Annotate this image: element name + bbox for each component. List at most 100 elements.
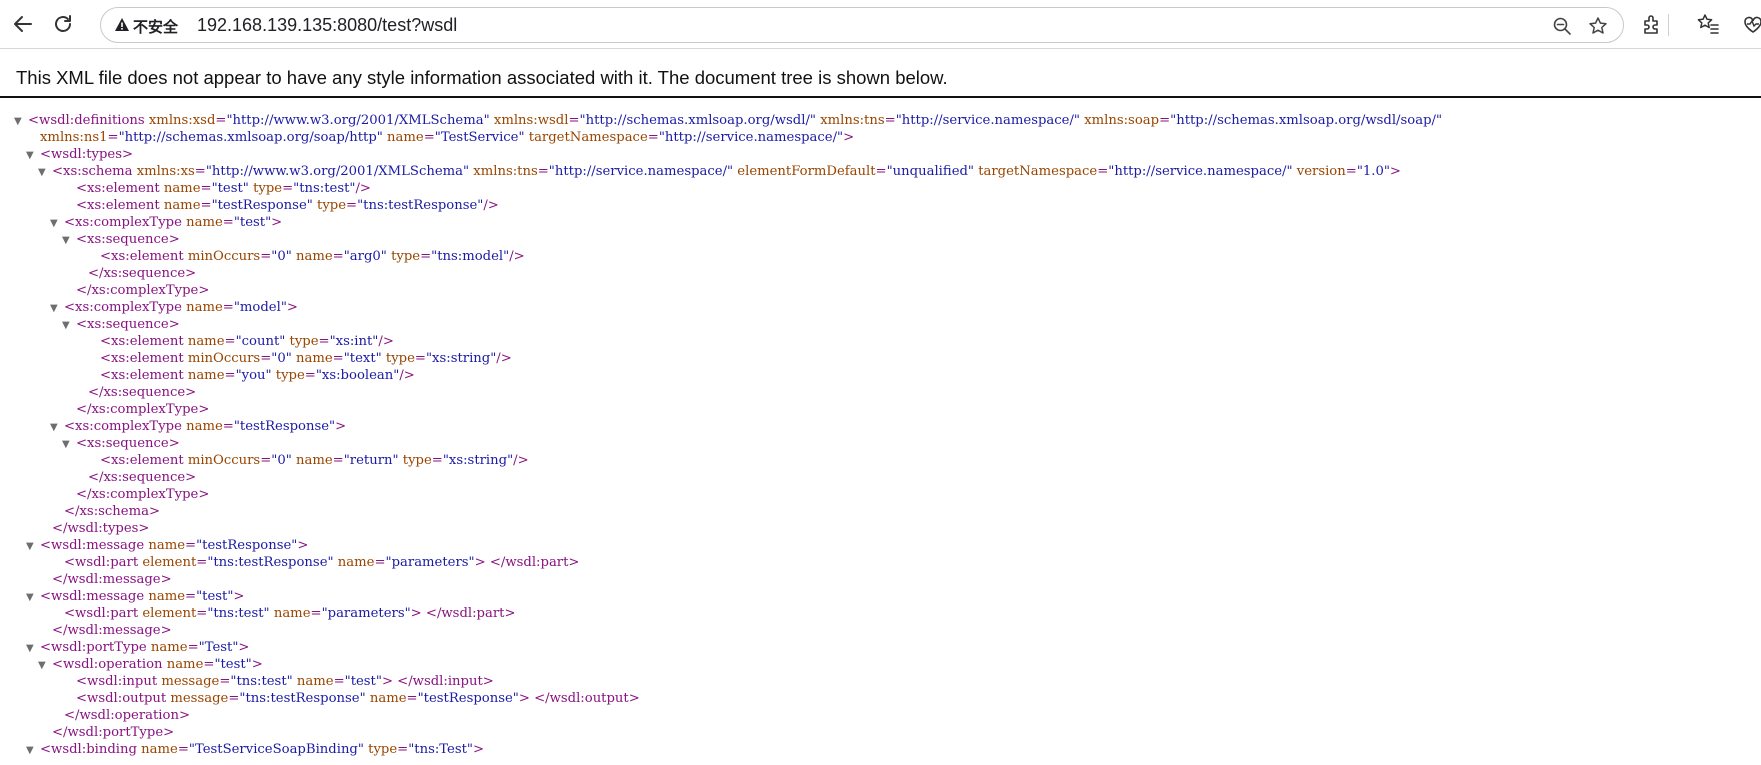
xml-tag-text: </xs:schema>: [64, 504, 161, 519]
xml-tag-text: =: [260, 351, 272, 366]
xml-line: ▼ <wsdl:portType name="Test">: [14, 639, 1754, 656]
zoom-icon[interactable]: [1551, 15, 1573, 37]
xml-attr-name: xmlns:wsdl: [493, 113, 569, 128]
xml-line: </wsdl:message>: [14, 571, 1754, 588]
xml-line: ▼ <wsdl:definitions xmlns:xsd="http://www…: [14, 112, 1754, 129]
back-arrow-icon[interactable]: [10, 11, 36, 37]
collapse-triangle-icon[interactable]: ▼: [62, 436, 76, 453]
xml-attr-value: "TestService": [434, 130, 525, 145]
xml-tag-text: =: [194, 164, 206, 179]
xml-tag-text: <wsdl:definitions: [28, 113, 149, 128]
xml-tree: ▼ <wsdl:definitions xmlns:xsd="http://www…: [14, 112, 1754, 758]
xml-tag-text: =: [318, 334, 330, 349]
xml-attr-name: name: [141, 742, 178, 757]
xml-attr-name: name: [163, 198, 201, 213]
xml-attr-value: "count": [235, 334, 286, 349]
xml-attr-value: "test": [233, 215, 272, 230]
xml-attr-value: "http://schemas.xmlsoap.org/wsdl/soap/": [1170, 113, 1443, 128]
collapse-triangle-icon[interactable]: ▼: [14, 113, 28, 130]
xml-tag-text: <wsdl:message: [40, 538, 149, 553]
xml-tag-text: =: [260, 249, 272, 264]
collapse-triangle-icon[interactable]: ▼: [38, 657, 52, 674]
star-icon[interactable]: [1587, 15, 1609, 37]
xml-line: ▼ <xs:sequence>: [14, 231, 1754, 248]
collapse-triangle-icon[interactable]: ▼: [62, 317, 76, 334]
security-label[interactable]: 不安全: [133, 16, 178, 37]
xml-attr-value: "http://www.w3.org/2001/XMLSchema": [205, 164, 470, 179]
xml-tag-text: =: [196, 606, 208, 621]
xml-tag-text: </xs:sequence>: [88, 385, 197, 400]
reload-icon[interactable]: [50, 11, 76, 37]
url-text[interactable]: 192.168.139.135:8080/test?wsdl: [197, 15, 457, 36]
xml-line: <xs:element name="you" type="xs:boolean"…: [14, 367, 1754, 384]
xml-attr-name: xmlns:tns: [820, 113, 885, 128]
collapse-triangle-icon[interactable]: ▼: [26, 538, 40, 555]
xml-tag-text: <xs:element: [100, 453, 188, 468]
xml-line: <wsdl:input message="tns:test" name="tes…: [14, 673, 1754, 690]
collapse-triangle-icon[interactable]: ▼: [26, 742, 40, 759]
xml-attr-name: name: [148, 538, 186, 553]
xml-tag-text: =: [332, 249, 344, 264]
xml-line: <xs:element minOccurs="0" name="arg0" ty…: [14, 248, 1754, 265]
xml-tag-text: <xs:element: [76, 198, 164, 213]
extensions-icon[interactable]: [1639, 11, 1665, 37]
warning-icon[interactable]: [114, 17, 130, 38]
xml-tag-text: >: [286, 300, 298, 315]
xml-attr-value: "http://schemas.xmlsoap.org/soap/http": [118, 130, 383, 145]
xml-attr-name: element: [142, 555, 197, 570]
xml-attr-name: type: [275, 368, 305, 383]
xml-line: </xs:sequence>: [14, 469, 1754, 486]
xml-attr-name: message: [161, 674, 220, 689]
xml-tag-text: <wsdl:part: [64, 555, 143, 570]
xml-line: <xs:element minOccurs="0" name="text" ty…: [14, 350, 1754, 367]
xml-line: <wsdl:part element="tns:testResponse" na…: [14, 554, 1754, 571]
xml-attr-name: name: [369, 691, 407, 706]
collapse-triangle-icon[interactable]: ▼: [50, 215, 64, 232]
xml-tag-text: =: [423, 130, 435, 145]
xml-tag-text: =: [203, 657, 215, 672]
heart-pulse-icon[interactable]: [1740, 11, 1761, 37]
xml-attr-value: "testResponse": [417, 691, 519, 706]
xml-tag-text: =: [260, 453, 272, 468]
xml-line: <wsdl:part element="tns:test" name="para…: [14, 605, 1754, 622]
xml-tag-text: <xs:element: [76, 181, 164, 196]
xml-attr-value: "test": [214, 657, 252, 672]
collapse-triangle-icon[interactable]: ▼: [26, 147, 40, 164]
xml-attr-name: name: [150, 640, 188, 655]
xml-attr-value: "tns:test": [230, 674, 293, 689]
xml-tag-text: >: [238, 640, 250, 655]
xml-attr-name: name: [296, 674, 334, 689]
xml-tag-text: </wsdl:message>: [52, 572, 172, 587]
collapse-triangle-icon[interactable]: ▼: [26, 589, 40, 606]
xml-tag-text: > </wsdl:input>: [381, 674, 494, 689]
xml-tag-text: =: [185, 538, 197, 553]
xml-tag-text: =: [397, 742, 409, 757]
xml-attr-value: "text": [343, 351, 382, 366]
xml-line: <xs:element name="testResponse" type="tn…: [14, 197, 1754, 214]
collapse-triangle-icon[interactable]: ▼: [50, 300, 64, 317]
xml-line: <xs:element name="count" type="xs:int"/>: [14, 333, 1754, 350]
xml-tag-text: <xs:complexType: [64, 300, 187, 315]
collapse-triangle-icon[interactable]: ▼: [38, 164, 52, 181]
xml-attr-value: "Test": [198, 640, 239, 655]
xml-tag-text: />: [513, 453, 529, 468]
xml-attr-name: name: [186, 215, 223, 230]
xml-line: <xs:element name="test" type="tns:test"/…: [14, 180, 1754, 197]
xml-tag-text: <xs:complexType: [64, 419, 187, 434]
xml-tag-text: =: [222, 215, 234, 230]
xml-tag-text: =: [224, 334, 236, 349]
address-bar[interactable]: 不安全 192.168.139.135:8080/test?wsdl: [100, 7, 1624, 43]
xml-line: xmlns:ns1="http://schemas.xmlsoap.org/so…: [14, 129, 1754, 146]
xml-attr-value: "model": [233, 300, 287, 315]
favorites-icon[interactable]: [1695, 11, 1721, 37]
collapse-triangle-icon[interactable]: ▼: [26, 640, 40, 657]
xml-line: ▼ <wsdl:binding name="TestServiceSoapBind…: [14, 741, 1754, 758]
collapse-triangle-icon[interactable]: ▼: [50, 419, 64, 436]
xml-attr-name: name: [296, 351, 333, 366]
collapse-triangle-icon[interactable]: ▼: [62, 232, 76, 249]
xml-attr-name: element: [142, 606, 197, 621]
xml-tag-text: > </wsdl:part>: [474, 555, 580, 570]
xml-tag-text: =: [1345, 164, 1357, 179]
xml-attr-value: "unqualified": [886, 164, 975, 179]
xml-tag-text: =: [200, 181, 212, 196]
